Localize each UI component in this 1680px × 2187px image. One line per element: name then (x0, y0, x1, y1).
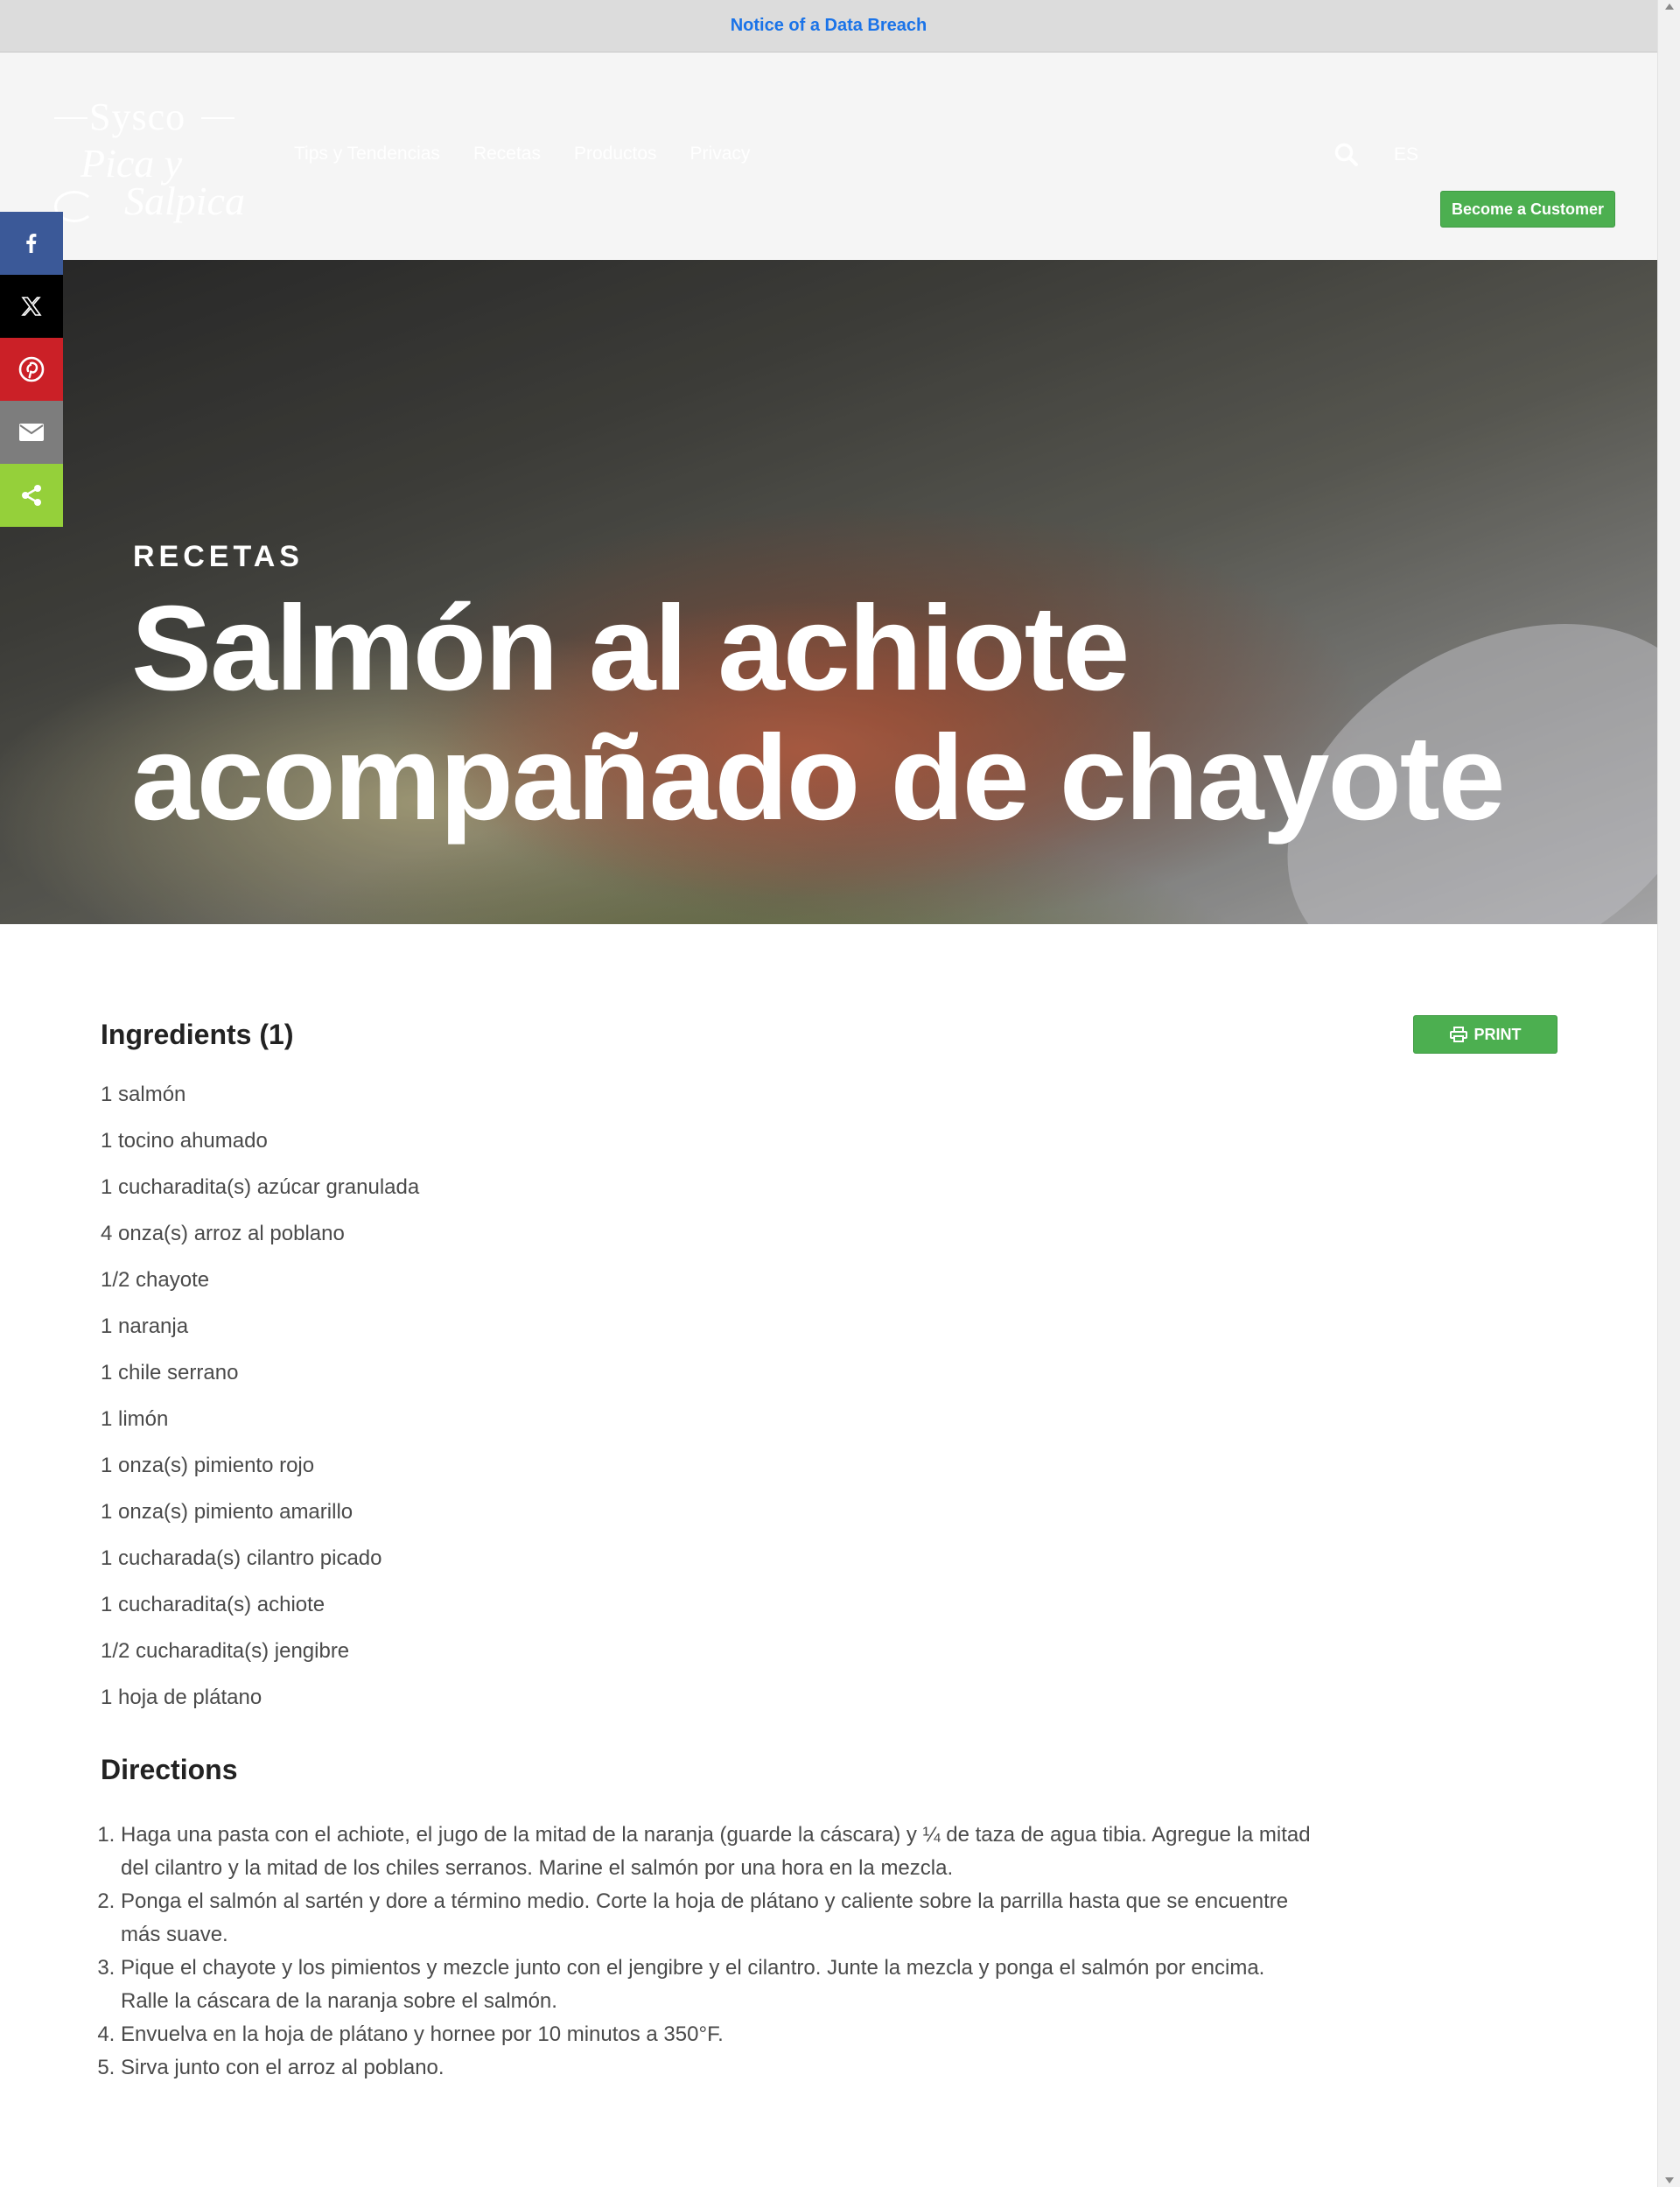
scroll-up-arrow-icon[interactable] (1665, 4, 1674, 10)
ingredient-item: 1/2 cucharadita(s) jengibre (101, 1639, 350, 1663)
logo-line-left (54, 117, 88, 119)
ingredient-item: 1 limón (101, 1407, 169, 1431)
direction-step: Sirva junto con el arroz al poblano. (121, 2051, 1311, 2085)
recipe-content: PRINT Ingredients (1) 1 salmón 1 tocino … (0, 924, 1657, 2187)
ingredient-item: 1 cucharadita(s) achiote (101, 1593, 326, 1616)
ingredient-item: 1 hoja de plátano (101, 1686, 262, 1709)
language-switch[interactable]: ES (1394, 144, 1418, 165)
ingredients-heading: Ingredients (1) (101, 1019, 294, 1050)
social-share-bar (0, 212, 63, 527)
nav-item-tips[interactable]: Tips y Tendencias (294, 144, 440, 165)
facebook-share-button[interactable] (0, 212, 63, 275)
pinterest-icon (18, 356, 45, 382)
nav-item-recetas[interactable]: Recetas (473, 144, 541, 165)
page-title-line-2: acompañado de chayote (131, 711, 1505, 845)
ingredient-item: 1 onza(s) pimiento rojo (101, 1454, 315, 1477)
direction-step: Haga una pasta con el achiote, el jugo d… (121, 1819, 1311, 1885)
logo-line-right (201, 117, 234, 119)
direction-step: Pique el chayote y los pimientos y mezcl… (121, 1952, 1311, 2018)
print-button-label: PRINT (1474, 1025, 1522, 1043)
main-nav: Tips y Tendencias Recetas Productos Priv… (294, 144, 750, 165)
hero-category[interactable]: RECETAS (133, 540, 304, 574)
nav-item-productos[interactable]: Productos (574, 144, 657, 165)
nav-item-privacy[interactable]: Privacy (690, 144, 751, 165)
site-header: Sysco Pica y Salpica Tips y Tendencias R… (0, 53, 1657, 260)
scroll-down-arrow-icon[interactable] (1665, 2177, 1674, 2183)
email-share-button[interactable] (0, 401, 63, 464)
page-title: Salmón al achiote acompañado de chayote (131, 584, 1619, 843)
data-breach-notice-link[interactable]: Notice of a Data Breach (731, 16, 928, 36)
share-icon (22, 485, 41, 506)
ingredients-list: 1 salmón 1 tocino ahumado 1 cucharadita(… (101, 1082, 419, 1731)
ingredient-item: 1 salmón (101, 1083, 186, 1106)
pinterest-share-button[interactable] (0, 338, 63, 401)
search-icon[interactable] (1334, 142, 1360, 168)
page-scrollbar[interactable] (1657, 0, 1680, 2187)
directions-heading: Directions (101, 1754, 238, 1785)
ingredient-item: 1 cucharada(s) cilantro picado (101, 1546, 382, 1570)
more-share-button[interactable] (0, 464, 63, 527)
print-button[interactable]: PRINT (1413, 1015, 1558, 1054)
become-customer-button[interactable]: Become a Customer (1440, 191, 1615, 228)
direction-step: Envuelva en la hoja de plátano y hornee … (121, 2018, 1311, 2051)
x-icon (21, 297, 42, 316)
logo-text-sysco: Sysco (89, 95, 186, 138)
mail-icon (19, 424, 44, 441)
ingredient-item: 4 onza(s) arroz al poblano (101, 1222, 345, 1245)
facebook-icon (26, 234, 37, 253)
ingredient-item: 1 naranja (101, 1314, 189, 1338)
directions-list: Haga una pasta con el achiote, el jugo d… (121, 1819, 1311, 2085)
page-title-line-1: Salmón al achiote (131, 581, 1130, 716)
notice-bar: Notice of a Data Breach (0, 0, 1657, 53)
ingredient-item: 1 tocino ahumado (101, 1129, 268, 1153)
ingredient-item: 1/2 chayote (101, 1268, 210, 1292)
x-share-button[interactable] (0, 275, 63, 338)
ingredient-item: 1 chile serrano (101, 1361, 239, 1384)
printer-icon (1449, 1027, 1467, 1042)
ingredient-item: 1 onza(s) pimiento amarillo (101, 1500, 354, 1524)
hero-banner: RECETAS Salmón al achiote acompañado de … (0, 260, 1657, 924)
logo-text-salpica: Salpica (124, 179, 245, 223)
direction-step: Ponga el salmón al sartén y dore a térmi… (121, 1885, 1311, 1952)
site-logo[interactable]: Sysco Pica y Salpica (54, 95, 256, 226)
ingredient-item: 1 cucharadita(s) azúcar granulada (101, 1175, 420, 1199)
